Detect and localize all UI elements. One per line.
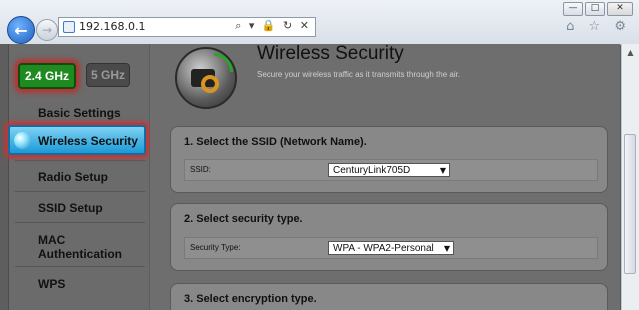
forward-button[interactable]: → <box>36 19 58 41</box>
ssid-select-value: CenturyLink705D <box>333 165 411 176</box>
page-icon <box>63 21 75 33</box>
sidebar-divider <box>15 160 145 161</box>
window-controls: — □ ✕ <box>563 2 633 16</box>
sidebar-item-wireless-security[interactable]: Wireless Security <box>8 125 146 155</box>
ssid-section: 1. Select the SSID (Network Name). SSID:… <box>170 126 608 193</box>
security-type-heading: 2. Select security type. <box>184 213 303 225</box>
vertical-scrollbar[interactable]: ▲ <box>621 44 639 310</box>
sidebar-item-wps[interactable]: WPS <box>38 277 65 291</box>
security-type-field-row: Security Type: WPA - WPA2-Personal ▼ <box>184 237 598 259</box>
security-type-select-value: WPA - WPA2-Personal <box>333 243 434 254</box>
encryption-type-heading: 3. Select encryption type. <box>184 293 317 305</box>
scrollbar-thumb[interactable] <box>624 134 636 274</box>
back-button[interactable]: ← <box>7 16 35 44</box>
page-subtitle: Secure your wireless traffic as it trans… <box>257 70 461 79</box>
sidebar-divider <box>15 222 145 223</box>
address-tools-icons[interactable]: ⌕ ▾ 🔒 ↻ ✕ <box>235 19 311 33</box>
sidebar-divider <box>15 266 145 267</box>
encryption-type-section: 3. Select encryption type. <box>170 283 608 310</box>
ssid-select[interactable]: CenturyLink705D ▼ <box>328 163 450 177</box>
ssid-label: SSID: <box>190 165 211 174</box>
sidebar-divider <box>15 123 145 124</box>
dropdown-arrow-icon: ▼ <box>439 166 446 175</box>
home-favorites-settings-icons[interactable]: ⌂ ☆ ⚙ <box>566 19 631 34</box>
page-title: Wireless Security <box>257 43 404 64</box>
security-type-label: Security Type: <box>190 243 241 252</box>
active-orb-icon <box>14 132 31 149</box>
dropdown-arrow-icon: ▼ <box>443 244 450 253</box>
close-window-button[interactable]: ✕ <box>607 2 633 16</box>
band-5ghz-button[interactable]: 5 GHz <box>86 63 130 87</box>
sidebar-item-basic-settings[interactable]: Basic Settings <box>38 106 121 120</box>
minimize-button[interactable]: — <box>563 2 583 16</box>
address-url[interactable]: 192.168.0.1 <box>79 20 145 33</box>
security-type-select[interactable]: WPA - WPA2-Personal ▼ <box>328 241 454 255</box>
sidebar-item-mac-authentication[interactable]: MAC Authentication <box>38 233 128 261</box>
security-type-section: 2. Select security type. Security Type: … <box>170 203 608 271</box>
browser-window: — □ ✕ ← → 192.168.0.1 ⌕ ▾ 🔒 ↻ ✕ ⌂ ☆ ⚙ 2.… <box>0 0 639 310</box>
ssid-field-row: SSID: CenturyLink705D ▼ <box>184 159 598 181</box>
address-bar[interactable]: 192.168.0.1 ⌕ ▾ 🔒 ↻ ✕ <box>58 17 316 37</box>
band-2-4ghz-button[interactable]: 2.4 GHz <box>18 63 76 89</box>
router-key-logo-icon <box>175 47 237 109</box>
sidebar-divider <box>15 191 145 192</box>
ssid-section-heading: 1. Select the SSID (Network Name). <box>184 136 367 148</box>
sidebar-item-ssid-setup[interactable]: SSID Setup <box>38 201 103 215</box>
browser-toolbar: — □ ✕ ← → 192.168.0.1 ⌕ ▾ 🔒 ↻ ✕ ⌂ ☆ ⚙ <box>0 0 639 45</box>
maximize-button[interactable]: □ <box>585 2 605 16</box>
sidebar-item-label: Wireless Security <box>38 134 138 148</box>
key-shape <box>201 75 219 93</box>
sidebar-item-radio-setup[interactable]: Radio Setup <box>38 170 108 184</box>
scroll-up-arrow-icon[interactable]: ▲ <box>624 46 637 59</box>
